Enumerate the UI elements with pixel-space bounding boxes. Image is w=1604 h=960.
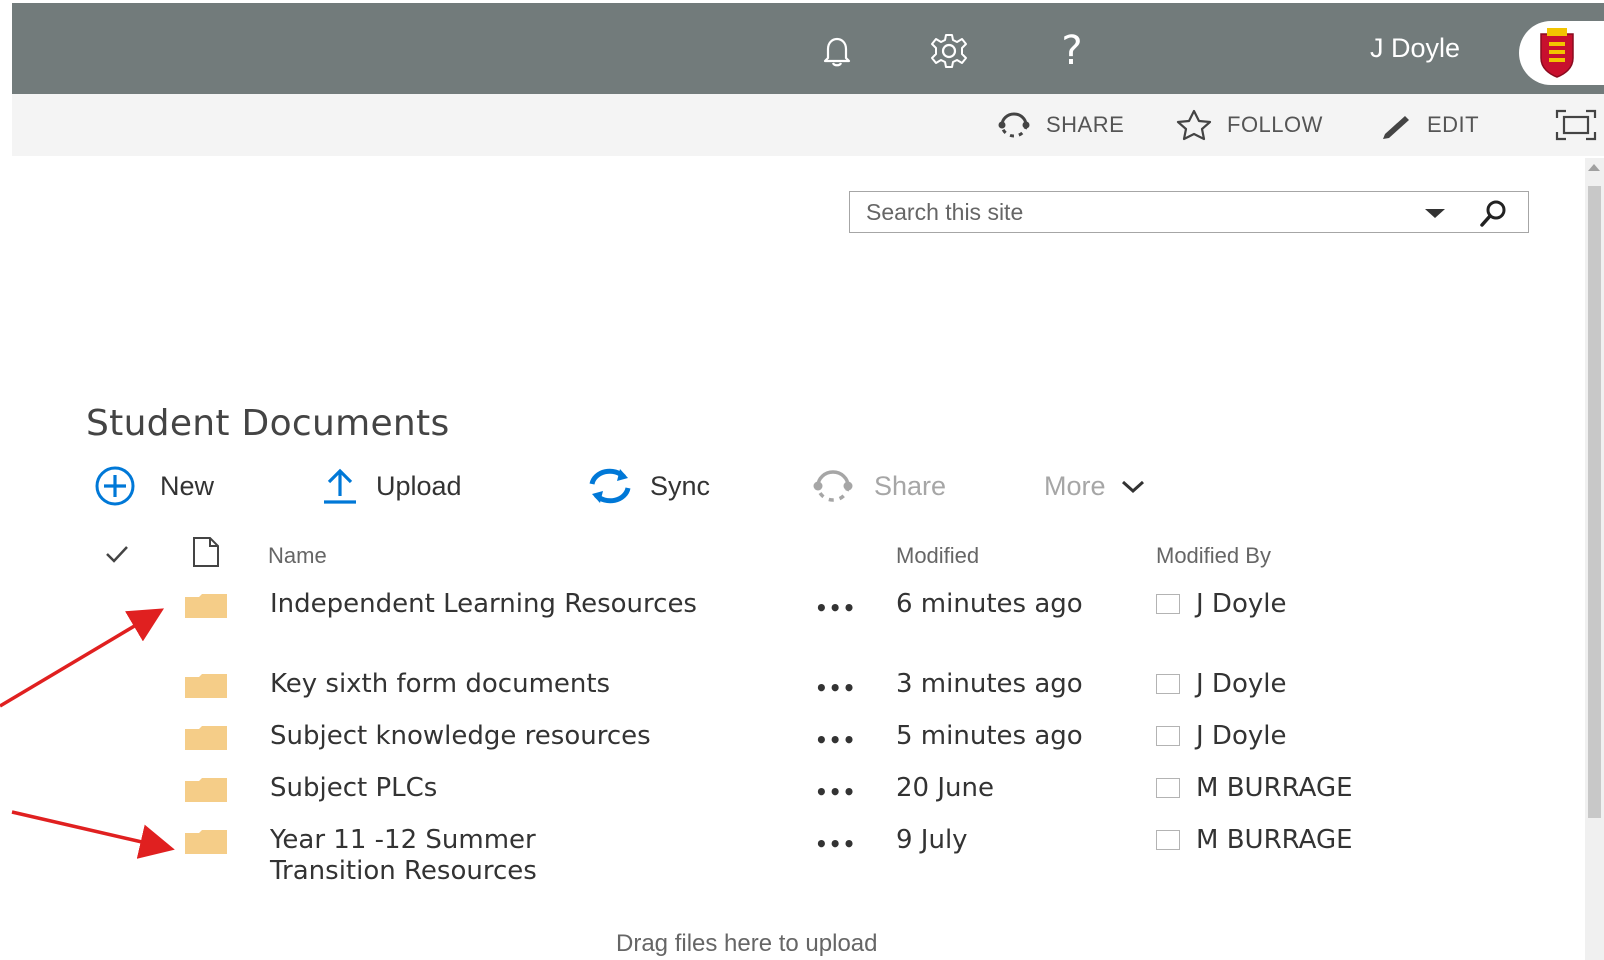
share-label: SHARE bbox=[1046, 112, 1125, 137]
modified-by-name[interactable]: J Doyle bbox=[1196, 589, 1286, 619]
new-label: New bbox=[160, 470, 215, 501]
sync-icon bbox=[589, 468, 631, 504]
site-search-box bbox=[849, 191, 1529, 233]
page-action-bar: SHARE FOLLOW EDIT bbox=[12, 94, 1604, 156]
modified-by: J Doyle bbox=[1156, 721, 1286, 751]
folder-name-link[interactable]: Independent Learning Resources bbox=[270, 589, 780, 620]
upload-button[interactable]: Upload bbox=[318, 462, 462, 510]
folder-name-link[interactable]: Subject PLCs bbox=[270, 773, 780, 804]
modified-date: 6 minutes ago bbox=[896, 589, 1083, 619]
add-circle-icon bbox=[95, 466, 135, 506]
folder-icon bbox=[185, 778, 227, 802]
follow-label: FOLLOW bbox=[1227, 112, 1323, 137]
search-icon[interactable] bbox=[1478, 198, 1510, 230]
more-button[interactable]: More bbox=[1044, 462, 1150, 510]
presence-checkbox[interactable] bbox=[1156, 778, 1180, 798]
presence-checkbox[interactable] bbox=[1156, 674, 1180, 694]
focus-mode-button[interactable] bbox=[1554, 94, 1604, 156]
modified-date: 5 minutes ago bbox=[896, 721, 1083, 751]
edit-button[interactable]: EDIT bbox=[1379, 94, 1479, 156]
share-icon bbox=[813, 470, 853, 502]
presence-checkbox[interactable] bbox=[1156, 594, 1180, 614]
file-type-icon bbox=[193, 537, 219, 567]
column-header-modified[interactable]: Modified bbox=[896, 543, 979, 569]
share-icon bbox=[998, 112, 1030, 138]
folder-name-link[interactable]: Subject knowledge resources bbox=[270, 721, 780, 752]
modified-date: 20 June bbox=[896, 773, 994, 803]
suite-bar: ? J Doyle bbox=[12, 3, 1604, 94]
search-input[interactable] bbox=[850, 192, 1410, 232]
avatar[interactable] bbox=[1519, 21, 1604, 85]
more-actions-ellipsis-icon[interactable]: ••• bbox=[815, 832, 856, 856]
star-icon bbox=[1176, 109, 1212, 141]
more-label: More bbox=[1044, 470, 1106, 501]
follow-button[interactable]: FOLLOW bbox=[1173, 94, 1323, 156]
modified-by-name[interactable]: M BURRAGE bbox=[1196, 773, 1353, 803]
select-all-checkmark-icon[interactable] bbox=[104, 543, 130, 565]
share-button[interactable]: Share bbox=[806, 462, 946, 510]
fullscreen-icon bbox=[1555, 109, 1597, 141]
folder-name-link[interactable]: Year 11 -12 Summer Transition Resources bbox=[270, 825, 630, 887]
folder-name-link[interactable]: Key sixth form documents bbox=[270, 669, 780, 700]
modified-by-name[interactable]: J Doyle bbox=[1196, 669, 1286, 699]
help-icon[interactable]: ? bbox=[1048, 27, 1096, 75]
column-header-name[interactable]: Name bbox=[268, 543, 327, 569]
modified-date: 9 July bbox=[896, 825, 968, 855]
more-actions-ellipsis-icon[interactable]: ••• bbox=[815, 728, 856, 752]
column-header-modified-by[interactable]: Modified By bbox=[1156, 543, 1271, 569]
annotation-arrow bbox=[11, 810, 175, 859]
modified-date: 3 minutes ago bbox=[896, 669, 1083, 699]
user-name[interactable]: J Doyle bbox=[1370, 33, 1460, 64]
modified-by: M BURRAGE bbox=[1156, 773, 1353, 803]
drag-drop-hint[interactable]: Drag files here to upload bbox=[616, 930, 878, 958]
sync-label: Sync bbox=[650, 470, 711, 501]
new-button[interactable]: New bbox=[84, 462, 214, 510]
chevron-down-icon bbox=[1121, 480, 1144, 494]
gear-icon[interactable] bbox=[925, 27, 973, 75]
modified-by-name[interactable]: M BURRAGE bbox=[1196, 825, 1353, 855]
modified-by: J Doyle bbox=[1156, 589, 1286, 619]
modified-by: M BURRAGE bbox=[1156, 825, 1353, 855]
modified-by: J Doyle bbox=[1156, 669, 1286, 699]
school-crest-logo bbox=[1540, 28, 1574, 78]
presence-checkbox[interactable] bbox=[1156, 830, 1180, 850]
presence-checkbox[interactable] bbox=[1156, 726, 1180, 746]
bell-icon[interactable] bbox=[813, 27, 861, 75]
share-label: Share bbox=[874, 470, 947, 501]
folder-icon bbox=[185, 594, 227, 618]
scrollbar-thumb[interactable] bbox=[1588, 186, 1601, 818]
folder-icon bbox=[185, 674, 227, 698]
pencil-icon bbox=[1383, 116, 1409, 139]
folder-icon bbox=[185, 830, 227, 854]
edit-label: EDIT bbox=[1427, 112, 1480, 137]
share-page-button[interactable]: SHARE bbox=[994, 94, 1124, 156]
sync-button[interactable]: Sync bbox=[584, 462, 710, 510]
folder-icon bbox=[185, 726, 227, 750]
annotation-arrow bbox=[0, 608, 165, 708]
more-actions-ellipsis-icon[interactable]: ••• bbox=[815, 596, 856, 620]
sharepoint-page: ? J Doyle SHARE FOLLOW EDIT Search this … bbox=[0, 0, 1604, 960]
search-scope-dropdown-icon[interactable] bbox=[1425, 209, 1445, 218]
upload-arrow-icon bbox=[324, 468, 356, 504]
more-actions-ellipsis-icon[interactable]: ••• bbox=[815, 676, 856, 700]
modified-by-name[interactable]: J Doyle bbox=[1196, 721, 1286, 751]
upload-label: Upload bbox=[376, 470, 462, 501]
more-actions-ellipsis-icon[interactable]: ••• bbox=[815, 780, 856, 804]
library-title[interactable]: Student Documents bbox=[86, 403, 450, 444]
scroll-up-arrow-icon[interactable] bbox=[1588, 164, 1600, 171]
